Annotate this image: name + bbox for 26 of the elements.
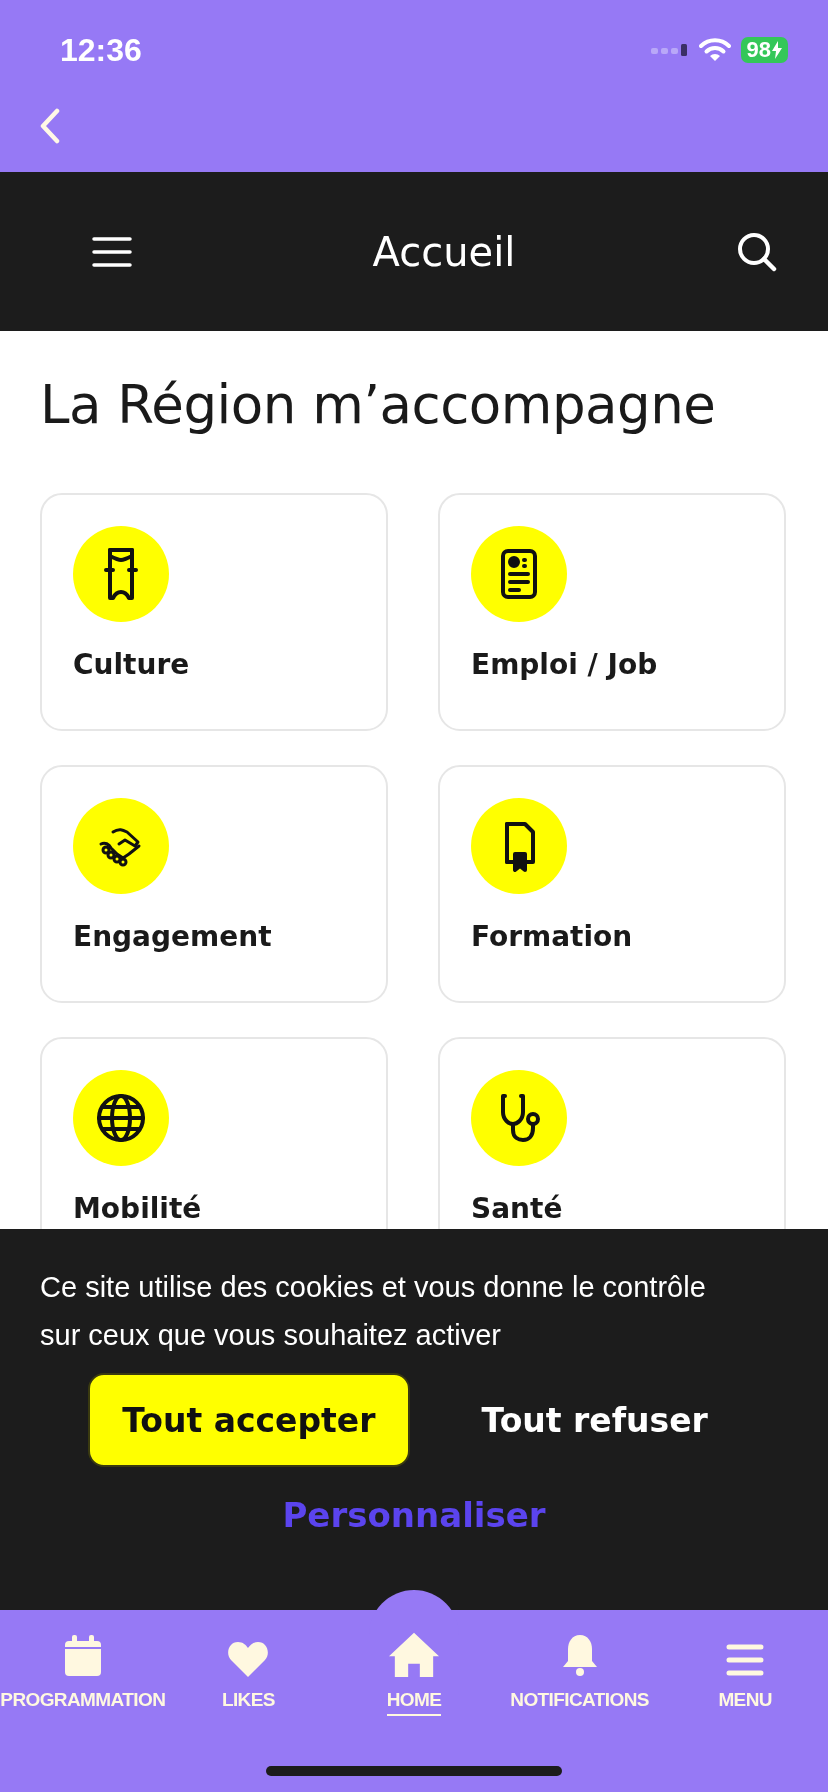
category-card[interactable]: Engagement	[40, 765, 388, 1003]
category-card[interactable]: Emploi / Job	[438, 493, 786, 731]
menu-icon	[726, 1643, 765, 1677]
bell-icon	[560, 1633, 599, 1677]
card-label: Formation	[471, 920, 633, 954]
section-heading: La Région m’accompagne	[40, 373, 717, 437]
accept-all-button[interactable]: Tout accepter	[88, 1373, 410, 1467]
category-card[interactable]: Formation	[438, 765, 786, 1003]
cookie-message: Ce site utilise des cookies et vous donne le contrôle sur ceux que vous souhaitez activer	[40, 1270, 707, 1353]
signal-icon	[650, 43, 689, 57]
status-time: 12:36	[60, 31, 142, 69]
calendar-icon	[63, 1635, 102, 1677]
wifi-icon	[698, 38, 731, 62]
menu-icon[interactable]	[92, 235, 132, 268]
back-icon[interactable]	[38, 108, 62, 144]
page-title: Accueil	[372, 228, 516, 275]
category-card[interactable]: Culture	[40, 493, 388, 731]
battery-indicator: 98	[740, 37, 788, 63]
refuse-all-button[interactable]: Tout refuser	[449, 1373, 740, 1467]
card-label: Mobilité	[73, 1192, 202, 1226]
card-label: Engagement	[73, 920, 272, 954]
search-icon[interactable]	[736, 230, 778, 273]
heart-icon	[227, 1641, 270, 1677]
card-label: Santé	[471, 1192, 563, 1226]
card-label: Emploi / Job	[471, 648, 658, 682]
card-label: Culture	[73, 648, 190, 682]
